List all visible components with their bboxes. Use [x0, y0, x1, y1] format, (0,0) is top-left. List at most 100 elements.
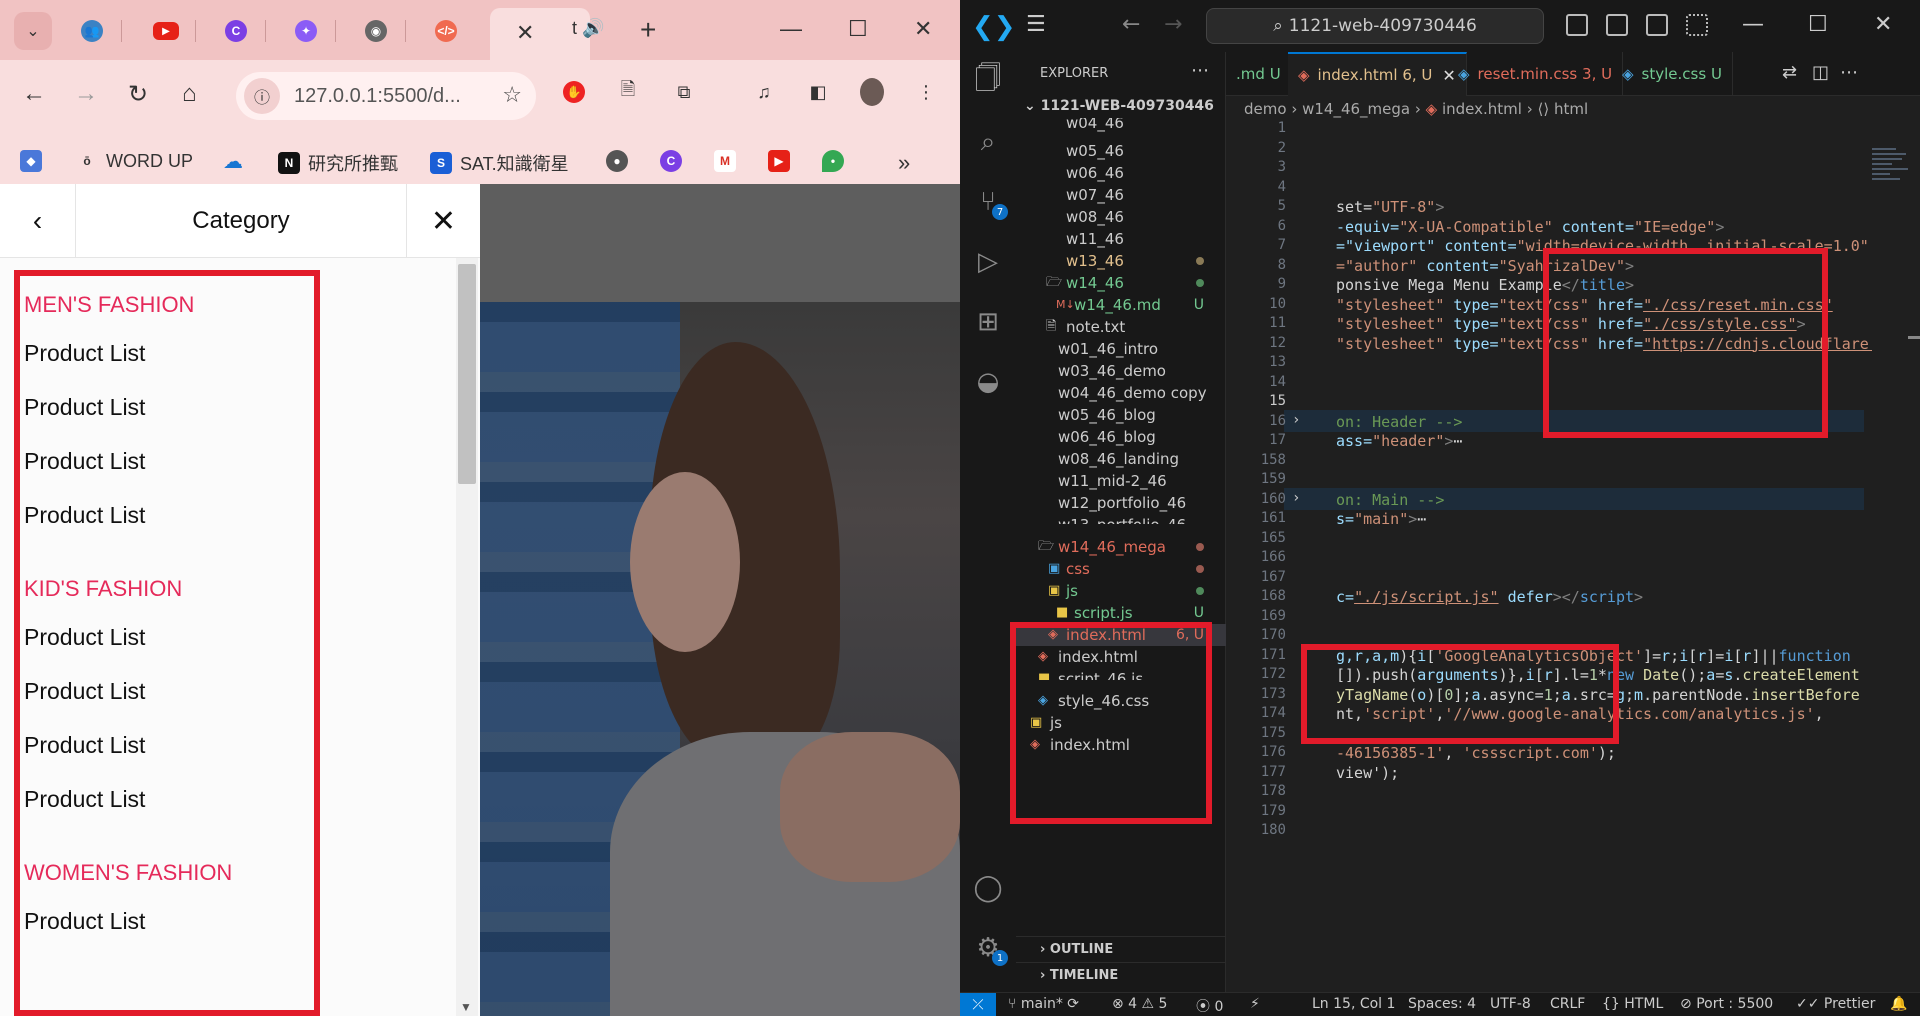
- account-icon[interactable]: ◯: [972, 872, 1004, 904]
- list-item[interactable]: Product List: [24, 434, 444, 488]
- group-title[interactable]: MEN'S FASHION: [24, 284, 444, 326]
- compare-changes-icon[interactable]: ⇄: [1782, 62, 1797, 83]
- minimize-button[interactable]: —: [780, 16, 802, 42]
- code-line[interactable]: -46156385-1', 'cssscript.com');: [1336, 744, 1872, 762]
- search-icon[interactable]: ⌕: [972, 126, 1004, 158]
- tree-item[interactable]: w08_46_landing: [1016, 448, 1226, 470]
- bookmark-notion[interactable]: N 研究所推甄: [278, 150, 398, 176]
- code-line[interactable]: on: Header -->: [1336, 413, 1872, 431]
- more-actions-icon[interactable]: ⋯: [1191, 60, 1209, 81]
- tab-title[interactable]: t 🔊: [572, 18, 604, 39]
- list-item[interactable]: Product List: [24, 664, 444, 718]
- close-window-button[interactable]: ✕: [1874, 12, 1892, 37]
- close-icon[interactable]: ✕: [406, 184, 480, 258]
- code-line[interactable]: ass="header">⋯: [1336, 432, 1872, 450]
- tree-item-selected[interactable]: ◈ index.html 6, U: [1016, 624, 1226, 646]
- toggle-sidebar-icon[interactable]: [1566, 14, 1588, 36]
- command-center-search[interactable]: ⌕ 1121-web-409730446: [1206, 8, 1544, 44]
- maximize-button[interactable]: ☐: [848, 16, 868, 42]
- forward-arrow-icon[interactable]: →: [1164, 12, 1182, 37]
- address-text[interactable]: 127.0.0.1:5500/d...: [294, 85, 461, 108]
- list-item[interactable]: Product List: [24, 718, 444, 772]
- tree-item[interactable]: w08_46: [1016, 206, 1226, 228]
- close-tab-icon[interactable]: ✕: [516, 20, 534, 46]
- tree-item[interactable]: w04_46_demo copy: [1016, 382, 1226, 404]
- bookmarks-overflow-button[interactable]: »: [898, 150, 910, 176]
- language-mode[interactable]: {} HTML: [1602, 996, 1663, 1012]
- code-line[interactable]: s="main">⋯: [1336, 510, 1872, 528]
- tree-item[interactable]: 🗁 w14_46_mega: [1016, 536, 1226, 558]
- maximize-button[interactable]: ☐: [1808, 12, 1828, 37]
- cursor-position[interactable]: Ln 15, Col 1: [1312, 996, 1395, 1012]
- group-title[interactable]: KID'S FASHION: [24, 568, 444, 610]
- encoding[interactable]: UTF-8: [1490, 996, 1531, 1012]
- code-text[interactable]: set="UTF-8"> -equiv="X-UA-Compatible" con…: [1336, 120, 1872, 980]
- list-item[interactable]: Product List: [24, 894, 444, 948]
- tab-md[interactable]: .md U: [1226, 52, 1292, 96]
- notifications-bell-icon[interactable]: 🔔: [1890, 996, 1907, 1012]
- code-line[interactable]: view');: [1336, 764, 1872, 782]
- workspace-root[interactable]: ⌄ 1121-WEB-409730446: [1024, 98, 1214, 114]
- remote-icon[interactable]: ⤫: [960, 993, 996, 1016]
- tab-reset-css[interactable]: ◈ reset.min.css 3, U: [1448, 52, 1624, 96]
- tree-item[interactable]: w06_46: [1016, 162, 1226, 184]
- list-item[interactable]: Product List: [24, 326, 444, 380]
- split-editor-icon[interactable]: ◫: [1812, 62, 1829, 83]
- list-item[interactable]: Product List: [24, 488, 444, 542]
- timeline-section[interactable]: › TIMELINE: [1016, 962, 1226, 988]
- pinned-tab-4[interactable]: ✦: [276, 12, 336, 50]
- tree-item[interactable]: ■ script.js U: [1016, 602, 1226, 624]
- document-extension-icon[interactable]: 🗎: [616, 79, 640, 104]
- ports-indicator[interactable]: ⦿ 0: [1196, 996, 1223, 1016]
- tree-item[interactable]: w07_46: [1016, 184, 1226, 206]
- list-item[interactable]: Product List: [24, 772, 444, 826]
- problems-indicator[interactable]: ⊗ 4 ⚠ 5: [1112, 996, 1167, 1012]
- code-line[interactable]: []).push(arguments)},i[r].l=1*new Date()…: [1336, 666, 1872, 684]
- tab-style-css[interactable]: ◈ style.css U: [1612, 52, 1733, 96]
- list-item[interactable]: Product List: [24, 380, 444, 434]
- pinned-tab-3[interactable]: C: [206, 12, 266, 50]
- bookmark-youtube[interactable]: ▶: [768, 150, 798, 172]
- tree-item[interactable]: w11_46: [1016, 228, 1226, 250]
- tree-item[interactable]: w03_46_demo: [1016, 360, 1226, 382]
- bookmark-canva[interactable]: C: [660, 150, 690, 172]
- tree-item[interactable]: w12_portfolio_46: [1016, 492, 1226, 514]
- tree-item[interactable]: ◈ index.html: [1016, 646, 1226, 668]
- customize-layout-icon[interactable]: [1686, 14, 1708, 36]
- more-actions-icon[interactable]: ⋯: [1840, 62, 1858, 83]
- tree-item[interactable]: w05_46_blog: [1016, 404, 1226, 426]
- outline-section[interactable]: › OUTLINE: [1016, 936, 1226, 962]
- close-window-button[interactable]: ✕: [914, 16, 932, 42]
- code-line[interactable]: on: Main -->: [1336, 491, 1872, 509]
- live-server-port[interactable]: ⊘ Port : 5500: [1680, 996, 1773, 1012]
- side-panel-icon[interactable]: ◧: [806, 80, 830, 104]
- tree-item[interactable]: ■ script_46.js: [1016, 668, 1226, 680]
- run-debug-icon[interactable]: ▷: [972, 246, 1004, 278]
- line-ending[interactable]: CRLF: [1550, 996, 1585, 1012]
- back-arrow-icon[interactable]: ←: [1122, 12, 1140, 37]
- back-chevron-icon[interactable]: ‹: [0, 184, 76, 258]
- code-line[interactable]: ponsive Mega Menu Example</title>: [1336, 276, 1872, 294]
- indentation[interactable]: Spaces: 4: [1408, 996, 1476, 1012]
- scroll-down-arrow-icon[interactable]: ▼: [460, 1000, 472, 1014]
- bookmark-onedrive[interactable]: ☁: [222, 150, 252, 173]
- adblock-extension-icon[interactable]: ✋: [562, 80, 586, 104]
- tree-item[interactable]: ◈ index.html: [1016, 734, 1226, 756]
- media-controls-icon[interactable]: ♫: [752, 80, 776, 104]
- pinned-tab-5[interactable]: ◉: [346, 12, 406, 50]
- reload-icon[interactable]: ↻: [128, 80, 148, 109]
- fold-chevron-icon[interactable]: ›: [1292, 490, 1300, 506]
- tree-item[interactable]: ▣ js: [1016, 712, 1226, 734]
- lightning-icon[interactable]: ⚡: [1250, 996, 1260, 1012]
- edge-devtools-icon[interactable]: ◒: [972, 366, 1004, 398]
- branch-indicator[interactable]: ⑂ main* ⟳: [1008, 996, 1079, 1012]
- code-line[interactable]: ="viewport" content="width=device-width,…: [1336, 237, 1872, 255]
- code-line[interactable]: g,r,a,m){i['GoogleAnalyticsObject']=r;i[…: [1336, 647, 1872, 665]
- scrollbar[interactable]: ▼: [456, 258, 478, 1016]
- tree-item[interactable]: w05_46: [1016, 140, 1226, 162]
- tree-item[interactable]: w04_46: [1016, 118, 1226, 134]
- new-tab-button[interactable]: +: [640, 14, 656, 46]
- prettier-status[interactable]: ✓✓ Prettier: [1796, 996, 1875, 1012]
- explorer-files-icon[interactable]: 🗍: [972, 64, 1004, 98]
- tree-item[interactable]: M↓ w14_46.md U: [1016, 294, 1226, 316]
